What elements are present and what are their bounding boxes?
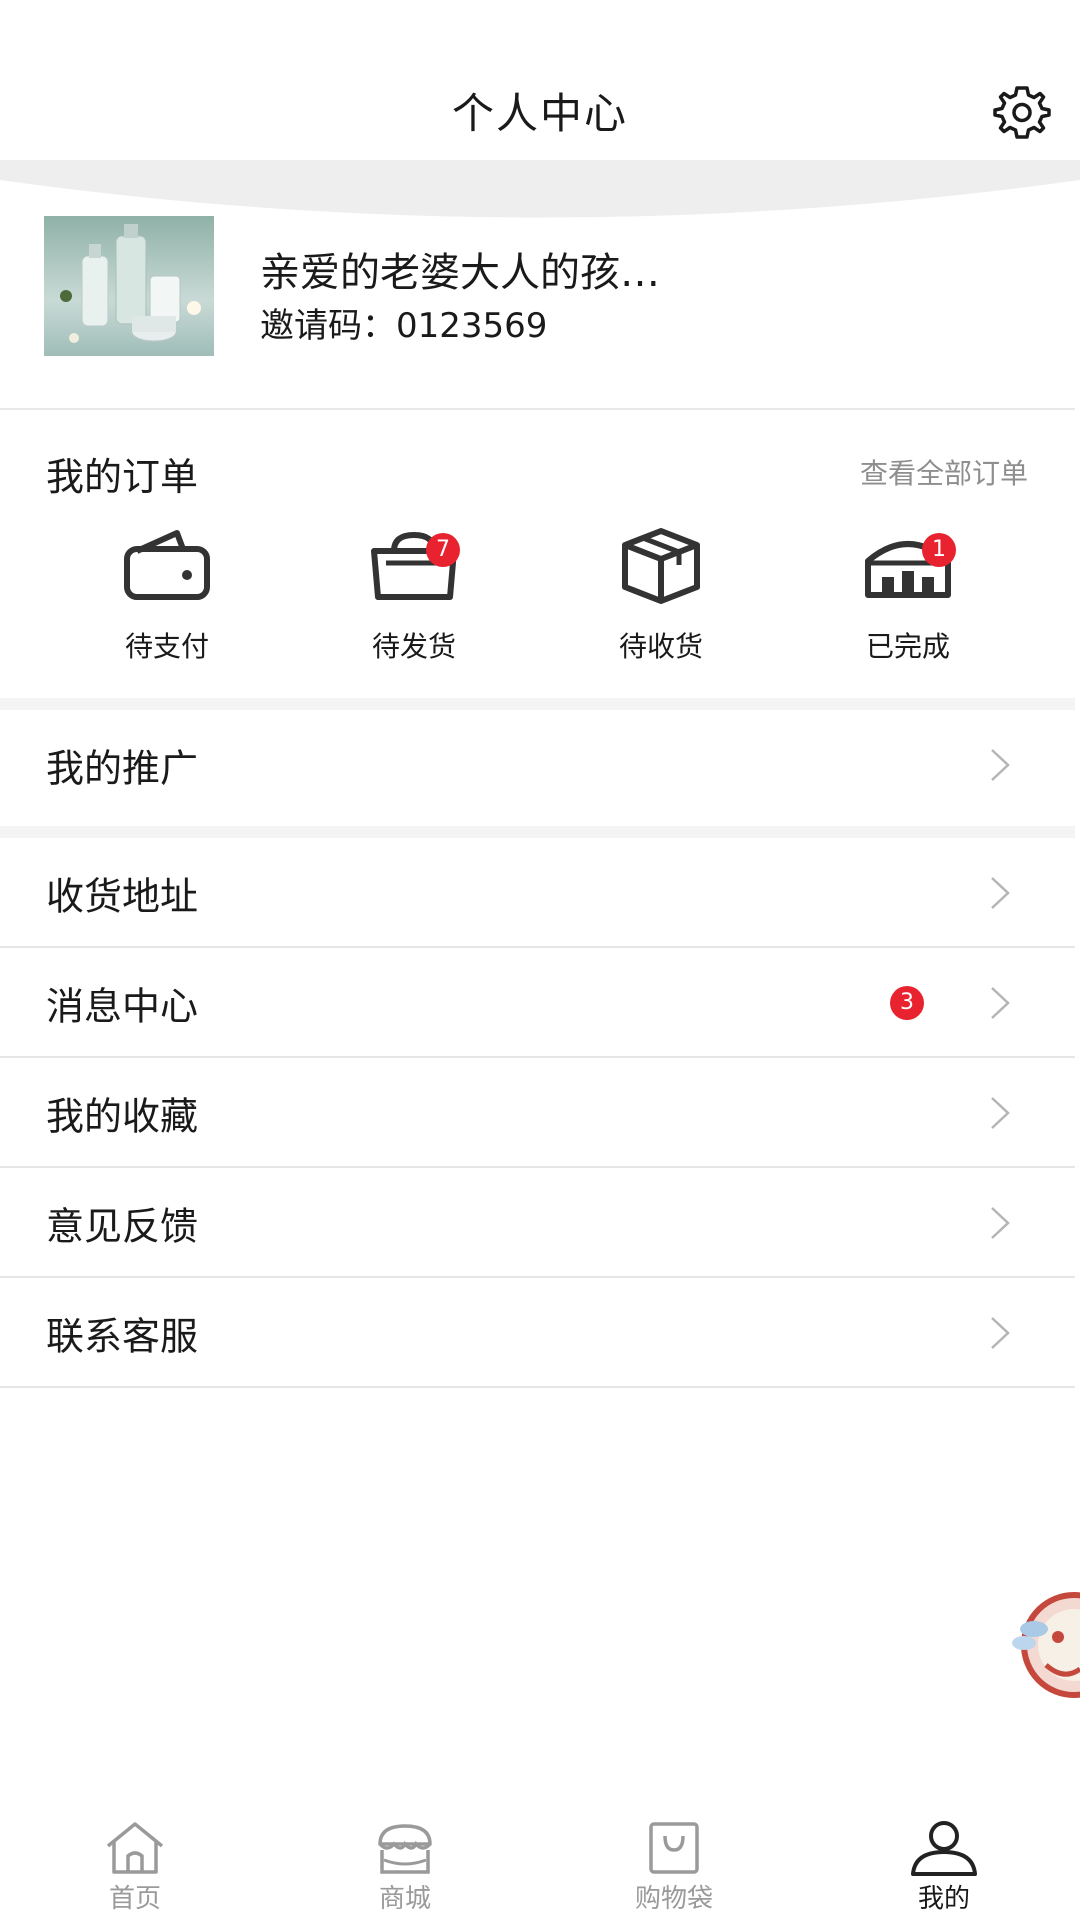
home-icon (106, 1822, 164, 1874)
completed-badge: 1 (922, 533, 956, 567)
orders-title: 我的订单 (46, 455, 199, 499)
messages-badge: 3 (890, 986, 924, 1020)
menu-label: 联系客服 (46, 1314, 199, 1359)
menu-promotion[interactable]: 我的推广 (0, 710, 1075, 820)
shipment-badge: 7 (426, 533, 460, 567)
tab-store[interactable]: 商城 (305, 1820, 505, 1920)
avatar[interactable] (44, 216, 214, 356)
menu-messages[interactable]: 消息中心 3 (0, 948, 1075, 1058)
order-label: 已完成 (865, 630, 950, 663)
menu-address[interactable]: 收货地址 (0, 838, 1075, 948)
shopping-bag-icon (649, 1822, 699, 1874)
invite-code: 0123569 (396, 306, 548, 346)
header: 个人中心 (0, 0, 1080, 160)
page-title: 个人中心 (451, 89, 628, 138)
chevron-right-icon (991, 1207, 1010, 1239)
menu-label: 意见反馈 (46, 1204, 199, 1249)
order-pending-shipment[interactable]: 7 待发货 (314, 525, 514, 675)
view-all-orders-link[interactable]: 查看全部订单 (860, 452, 1028, 492)
order-pending-payment[interactable]: 待支付 (67, 525, 267, 675)
invite-label: 邀请码： (260, 306, 396, 346)
tab-shopping-bag[interactable]: 购物袋 (574, 1820, 774, 1920)
settings-button[interactable] (990, 82, 1054, 142)
profile-page: 个人中心 亲爱的老婆大人的孩… 邀请码：0123569 我的订单 查看全部订单 … (0, 0, 1080, 1920)
store-icon (378, 1824, 432, 1874)
menu-feedback[interactable]: 意见反馈 (0, 1168, 1075, 1278)
menu-support[interactable]: 联系客服 (0, 1278, 1075, 1388)
wallet-icon (124, 530, 210, 600)
chevron-right-icon (991, 749, 1010, 781)
menu-favorites[interactable]: 我的收藏 (0, 1058, 1075, 1168)
gear-icon (993, 86, 1051, 139)
menu-label: 我的推广 (46, 746, 199, 791)
order-label: 待发货 (371, 630, 456, 663)
menu-label: 我的收藏 (46, 1094, 199, 1139)
profile-card[interactable]: 亲爱的老婆大人的孩… 邀请码：0123569 (0, 200, 1080, 410)
order-label: 待支付 (124, 630, 209, 663)
order-pending-receipt[interactable]: 待收货 (561, 525, 761, 675)
profile-name: 亲爱的老婆大人的孩… (260, 250, 660, 296)
chevron-right-icon (991, 987, 1010, 1019)
mascot-icon (1012, 1592, 1080, 1698)
user-icon (911, 1821, 977, 1876)
tab-label: 购物袋 (634, 1884, 713, 1914)
chevron-right-icon (991, 1097, 1010, 1129)
menu-label: 收货地址 (46, 874, 199, 919)
tab-label: 商城 (378, 1884, 431, 1914)
chevron-right-icon (991, 877, 1010, 909)
box-icon (622, 528, 700, 604)
section-gap (0, 698, 1075, 710)
tab-home[interactable]: 首页 (35, 1820, 235, 1920)
menu-label: 消息中心 (46, 984, 199, 1029)
profile-divider (0, 408, 1075, 410)
menu-divider (0, 1386, 1075, 1388)
order-completed[interactable]: 1 已完成 (808, 525, 1008, 675)
bottom-tab-bar: 首页 商城 购物袋 我的 (0, 1800, 1080, 1920)
tab-me[interactable]: 我的 (844, 1820, 1044, 1920)
order-label: 待收货 (618, 630, 703, 663)
floating-mascot-button[interactable] (1012, 1585, 1080, 1705)
chevron-right-icon (991, 1317, 1010, 1349)
tab-label: 我的 (917, 1884, 970, 1914)
tab-label: 首页 (108, 1884, 161, 1914)
section-gap (0, 826, 1075, 838)
invite-code-line: 邀请码：0123569 (260, 298, 547, 347)
